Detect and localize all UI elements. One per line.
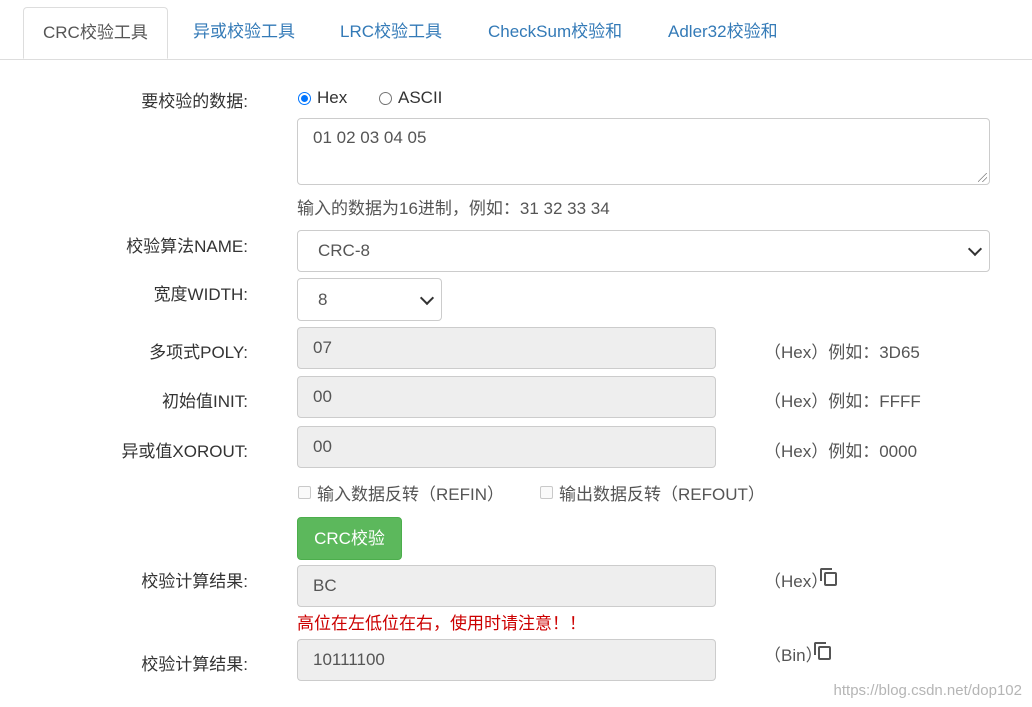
copy-icon[interactable] bbox=[814, 642, 832, 660]
poly-input[interactable]: 07 bbox=[297, 327, 716, 369]
radio-hex-dot[interactable] bbox=[298, 91, 311, 105]
crc-check-button[interactable]: CRC校验 bbox=[297, 517, 402, 560]
init-input[interactable]: 00 bbox=[297, 376, 716, 418]
xorout-label: 异或值XOROUT: bbox=[121, 442, 248, 461]
radio-ascii-dot[interactable] bbox=[379, 91, 392, 105]
warning-text: 高位在左低位在右，使用时请注意！！ bbox=[297, 614, 586, 633]
refin-label: 输入数据反转（REFIN） bbox=[317, 485, 504, 504]
algo-select[interactable]: CRC-8 bbox=[297, 230, 990, 272]
tab-lrc[interactable]: LRC校验工具 bbox=[321, 7, 461, 58]
result-hex-label: 校验计算结果: bbox=[141, 572, 248, 591]
algo-select-value: CRC-8 bbox=[318, 241, 370, 260]
result-hex-output[interactable]: BC bbox=[297, 565, 716, 607]
refin-checkbox[interactable]: 输入数据反转（REFIN） bbox=[298, 480, 504, 505]
chevron-down-icon bbox=[419, 290, 435, 305]
width-label: 宽度WIDTH: bbox=[153, 285, 248, 304]
poly-hint: （Hex）例如：3D65 bbox=[764, 343, 920, 362]
radio-hex[interactable]: Hex bbox=[298, 88, 347, 108]
radio-ascii[interactable]: ASCII bbox=[379, 88, 442, 108]
chevron-down-icon bbox=[967, 241, 983, 257]
tab-adler32[interactable]: Adler32校验和 bbox=[649, 7, 797, 58]
tab-checksum[interactable]: CheckSum校验和 bbox=[469, 7, 641, 58]
tab-crc[interactable]: CRC校验工具 bbox=[23, 7, 168, 59]
result-hex-unit: （Hex） bbox=[764, 572, 829, 591]
data-hint: 输入的数据为16进制，例如：31 32 33 34 bbox=[297, 199, 610, 218]
init-label: 初始值INIT: bbox=[162, 392, 248, 411]
result-bin-label: 校验计算结果: bbox=[141, 655, 248, 674]
data-textarea[interactable]: 01 02 03 04 05 bbox=[297, 118, 990, 185]
watermark: https://blog.csdn.net/dop102 bbox=[833, 682, 1022, 699]
resize-grip-icon[interactable] bbox=[978, 173, 987, 182]
width-select-value: 8 bbox=[318, 289, 328, 309]
tab-xor[interactable]: 异或校验工具 bbox=[174, 7, 314, 58]
refout-checkbox[interactable]: 输出数据反转（REFOUT） bbox=[540, 480, 765, 505]
refout-label: 输出数据反转（REFOUT） bbox=[559, 485, 765, 504]
radio-ascii-label: ASCII bbox=[398, 88, 443, 107]
xorout-input[interactable]: 00 bbox=[297, 426, 716, 468]
copy-icon[interactable] bbox=[820, 568, 838, 586]
radio-hex-label: Hex bbox=[317, 88, 348, 107]
data-textarea-value: 01 02 03 04 05 bbox=[313, 128, 427, 147]
width-select[interactable]: 8 bbox=[297, 278, 442, 321]
result-bin-output[interactable]: 10111100 bbox=[297, 639, 716, 681]
refin-checkbox-box[interactable] bbox=[298, 486, 311, 499]
poly-label: 多项式POLY: bbox=[149, 343, 248, 362]
algo-label: 校验算法NAME: bbox=[126, 237, 248, 256]
data-label: 要校验的数据: bbox=[141, 92, 248, 111]
xorout-hint: （Hex）例如：0000 bbox=[764, 442, 918, 461]
init-hint: （Hex）例如：FFFF bbox=[764, 392, 921, 411]
tab-bar: CRC校验工具 异或校验工具 LRC校验工具 CheckSum校验和 Adler… bbox=[0, 0, 1032, 60]
refout-checkbox-box[interactable] bbox=[540, 486, 553, 499]
